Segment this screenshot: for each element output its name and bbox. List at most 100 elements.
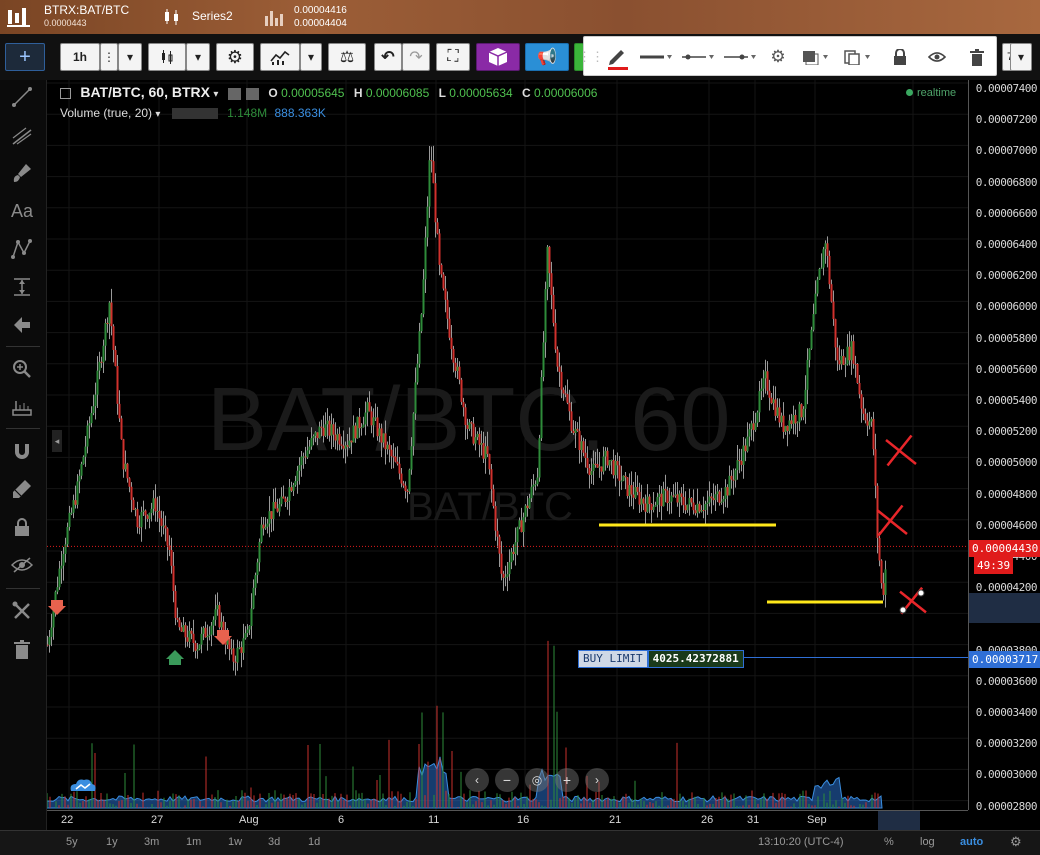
stay-drawing-icon[interactable] <box>8 476 36 502</box>
range-button-3m[interactable]: 3m <box>144 836 159 848</box>
legend-collapse-icon[interactable] <box>60 88 71 100</box>
price-axis[interactable]: 0.00007400 0.00007200 0.00007000 0.00006800… <box>968 80 1040 813</box>
pattern-icon[interactable] <box>8 236 36 262</box>
zoom-in-icon[interactable]: + <box>555 768 579 792</box>
scroll-right-icon[interactable]: › <box>585 768 609 792</box>
candle <box>460 377 463 405</box>
indicators-dropdown-icon[interactable]: ▾ <box>300 43 322 71</box>
brush-icon[interactable] <box>8 160 36 186</box>
percent-toggle[interactable]: % <box>884 836 894 848</box>
clone-button[interactable] <box>840 45 874 69</box>
volume-dropdown-icon[interactable]: ▾ <box>155 109 160 120</box>
more-icon[interactable]: ⋮ <box>100 43 118 71</box>
arrange-button[interactable] <box>798 45 832 69</box>
chart-canvas[interactable]: BAT/BTC, 60 BAT/BTC <box>47 80 968 810</box>
volume-icons[interactable] <box>171 108 218 120</box>
measure-ruler-icon[interactable] <box>8 394 36 420</box>
chart-style-button[interactable] <box>148 43 186 71</box>
toolbar-divider <box>6 428 40 429</box>
candle <box>674 482 677 498</box>
drag-handle-icon[interactable]: ⋮⋮ <box>578 45 604 69</box>
fullscreen-icon[interactable]: ⛶ <box>436 43 470 71</box>
scroll-left-icon[interactable]: ‹ <box>465 768 489 792</box>
range-button-3d[interactable]: 3d <box>268 836 280 848</box>
cube-button[interactable] <box>476 43 520 71</box>
megaphone-icon[interactable]: 📢 <box>525 43 569 71</box>
legend-dropdown-icon[interactable]: ▾ <box>213 89 218 100</box>
chart-style-dropdown-icon[interactable]: ▾ <box>186 43 210 71</box>
trend-line-icon[interactable] <box>8 84 36 110</box>
candle <box>196 642 199 659</box>
compare-scale-icon[interactable]: ⚖ <box>328 43 366 71</box>
line-style-button[interactable] <box>680 45 716 69</box>
candle <box>228 637 231 661</box>
legend-symbol-title[interactable]: BAT/BTC, 60, BTRX <box>80 84 210 100</box>
range-button-1y[interactable]: 1y <box>106 836 118 848</box>
buy-limit-order[interactable]: BUY LIMIT 4025.42372881 <box>578 650 744 668</box>
series-label[interactable]: Series2 <box>192 10 233 23</box>
candle <box>870 416 873 427</box>
drawing-handle[interactable] <box>899 606 907 614</box>
lock-drawings-icon[interactable] <box>8 514 36 540</box>
volume-title[interactable]: Volume (true, 20) <box>60 106 152 120</box>
drawing-settings-gear-icon[interactable]: ⚙ <box>764 45 792 69</box>
line-color-button[interactable] <box>602 45 632 70</box>
time-axis[interactable]: 2227Aug61116212631Sep6 <box>47 810 968 831</box>
candle <box>264 517 267 530</box>
range-button-5y[interactable]: 5y <box>66 836 78 848</box>
magnet-icon[interactable] <box>8 438 36 464</box>
drawing-handle[interactable] <box>917 589 925 597</box>
hide-drawings-eye-icon[interactable] <box>8 552 36 578</box>
price-chart[interactable]: BAT/BTC, 60 BAT/BTC <box>47 80 968 810</box>
line-end-button[interactable] <box>722 45 758 69</box>
undo-icon[interactable]: ↶ <box>374 43 402 71</box>
visibility-eye-icon[interactable] <box>924 45 950 69</box>
arrow-left-icon[interactable] <box>8 312 36 338</box>
axis-settings-gear-icon[interactable]: ⚙ <box>1010 834 1022 850</box>
lock-icon[interactable] <box>888 45 912 69</box>
crosshair-tool-button[interactable]: + <box>5 43 45 71</box>
legend-settings-icon[interactable] <box>227 87 241 100</box>
legend-format-icon[interactable] <box>246 87 260 100</box>
buy-signal-arrow[interactable] <box>166 650 184 665</box>
candle <box>862 397 865 421</box>
pitchfork-icon[interactable] <box>8 122 36 148</box>
interval-dropdown-icon[interactable]: ▾ <box>118 43 142 71</box>
sell-signal-arrow[interactable] <box>48 600 66 615</box>
range-button-1m[interactable]: 1m <box>186 836 201 848</box>
candle <box>72 494 75 519</box>
trash-icon[interactable] <box>964 45 990 69</box>
candle <box>108 301 111 340</box>
symbol-tab[interactable]: BTRX:BAT/BTC 0.0000443 <box>44 4 129 30</box>
candle <box>500 541 503 581</box>
range-button-1d[interactable]: 1d <box>308 836 320 848</box>
candle <box>292 482 295 496</box>
zoom-in-icon[interactable] <box>8 356 36 382</box>
layout-dropdown-icon[interactable]: ▾ <box>1010 43 1032 71</box>
candle <box>702 496 705 519</box>
line-width-button[interactable] <box>638 45 674 69</box>
buy-limit-qty[interactable]: 4025.42372881 <box>647 650 744 668</box>
text-tool-icon[interactable]: Aa <box>8 198 36 224</box>
interval-button[interactable]: 1h <box>60 43 100 71</box>
reset-zoom-icon[interactable]: ◎ <box>525 768 549 792</box>
measure-icon[interactable] <box>8 274 36 300</box>
redo-icon[interactable]: ↷ <box>402 43 430 71</box>
settings-gear-icon[interactable]: ⚙ <box>216 43 254 71</box>
range-button-1w[interactable]: 1w <box>228 836 242 848</box>
candle <box>172 552 175 603</box>
cross-mark-2[interactable] <box>876 504 908 537</box>
zoom-out-icon[interactable]: − <box>495 768 519 792</box>
candle <box>848 331 851 366</box>
cross-mark-1[interactable] <box>885 434 917 467</box>
chart-candles-icon[interactable] <box>6 6 32 31</box>
indicators-button[interactable] <box>260 43 300 71</box>
candle <box>256 558 259 584</box>
clock-time[interactable]: 13:10:20 (UTC-4) <box>758 836 844 848</box>
price-tick-label: 0.00007200 <box>975 113 1038 127</box>
auto-toggle[interactable]: auto <box>960 836 983 848</box>
price-tick-label: 0.00005600 <box>975 362 1038 376</box>
remove-drawings-trash-icon[interactable] <box>8 636 36 662</box>
log-toggle[interactable]: log <box>920 836 935 848</box>
tools-wrench-icon[interactable] <box>8 598 36 624</box>
